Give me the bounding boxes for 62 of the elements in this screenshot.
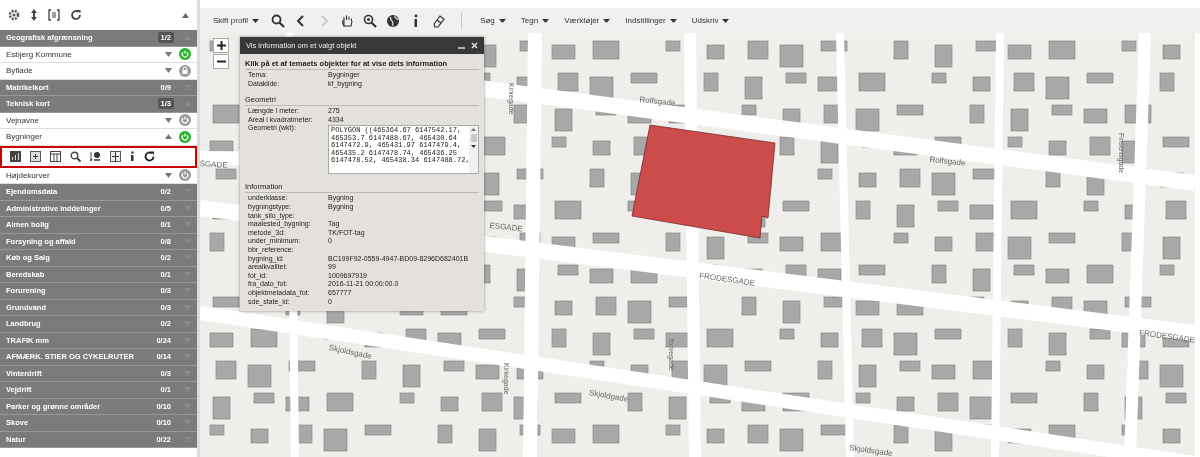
street-label: Rolfsgade — [929, 155, 966, 168]
street-label: FRODESGADE — [698, 271, 756, 288]
eraser-icon[interactable] — [432, 13, 447, 28]
menu-dropdown[interactable]: Søg — [477, 16, 509, 25]
layer-label: Bygninger — [6, 132, 44, 142]
refresh-icon[interactable] — [144, 151, 155, 162]
scroll-down-icon[interactable] — [471, 145, 476, 149]
street-label: Rolfsgade — [639, 95, 676, 108]
legend-icon[interactable] — [90, 151, 101, 162]
caret-down-icon[interactable] — [165, 172, 172, 178]
caret-down-icon — [252, 18, 260, 23]
zoom-icon[interactable] — [363, 13, 378, 28]
menu-dropdown[interactable]: Udskriv — [688, 16, 733, 25]
menu-dropdown[interactable]: Indstillinger — [622, 16, 680, 25]
layer-label: Vejnavne — [6, 115, 40, 125]
scrollbar-thumb[interactable] — [470, 134, 477, 143]
zoom-out-button[interactable] — [213, 54, 229, 69]
power-toggle-icon[interactable] — [179, 130, 191, 143]
layer-label: Højdekurver — [6, 170, 51, 180]
caret-down-icon — [603, 18, 611, 23]
split-view-icon[interactable] — [110, 151, 121, 162]
zoom-in-button[interactable] — [213, 38, 229, 53]
caret-down-icon[interactable] — [165, 68, 172, 74]
layer-label: Esbjerg Kommune — [6, 49, 73, 59]
menu-dropdown[interactable]: Værktøjer — [561, 16, 614, 25]
caret-down-icon[interactable] — [165, 117, 172, 123]
caret-down-icon[interactable] — [165, 51, 172, 57]
street-label: Skjoldsgade — [848, 443, 894, 457]
street-label: Skjoldgade — [588, 388, 629, 404]
street-label: ESGADE — [489, 221, 524, 234]
profile-dropdown[interactable]: Skift profil — [210, 16, 263, 25]
caret-down-icon — [722, 18, 730, 23]
power-toggle-icon[interactable] — [179, 48, 191, 61]
power-toggle-icon[interactable] — [179, 114, 191, 127]
power-toggle-icon[interactable] — [179, 169, 191, 182]
scroll-up-icon[interactable] — [471, 128, 476, 132]
street-label: SGADE — [200, 159, 228, 170]
close-icon[interactable] — [471, 42, 478, 49]
globe-icon[interactable] — [386, 13, 401, 28]
zoom-icon[interactable] — [70, 151, 81, 162]
street-label: FRODESGADE — [1138, 328, 1196, 345]
info-icon[interactable] — [130, 151, 135, 162]
menu-dropdown[interactable]: Tegn — [517, 16, 553, 25]
settings-icon[interactable] — [8, 9, 20, 21]
caret-down-icon — [498, 18, 506, 23]
zoom-to-extent-icon[interactable] — [30, 151, 41, 162]
caret-up-icon[interactable] — [165, 134, 172, 140]
collapse-caret-icon[interactable] — [182, 12, 189, 18]
caret-down-icon — [542, 18, 550, 23]
expand-collapse-icon[interactable] — [30, 9, 38, 21]
table-icon[interactable] — [50, 151, 61, 162]
refresh-icon[interactable] — [70, 9, 82, 21]
caret-down-icon — [669, 18, 677, 23]
layer-row[interactable]: Bygninger — [0, 129, 197, 146]
plus-icon — [216, 41, 226, 50]
layer-label: Byflade — [6, 66, 34, 76]
chart-icon[interactable] — [10, 151, 21, 162]
search-icon[interactable] — [271, 13, 286, 28]
bracket-list-icon[interactable] — [48, 9, 60, 21]
hand-icon[interactable] — [340, 13, 355, 28]
layer-row[interactable]: Byflade — [0, 63, 197, 80]
lock-icon — [179, 64, 191, 77]
